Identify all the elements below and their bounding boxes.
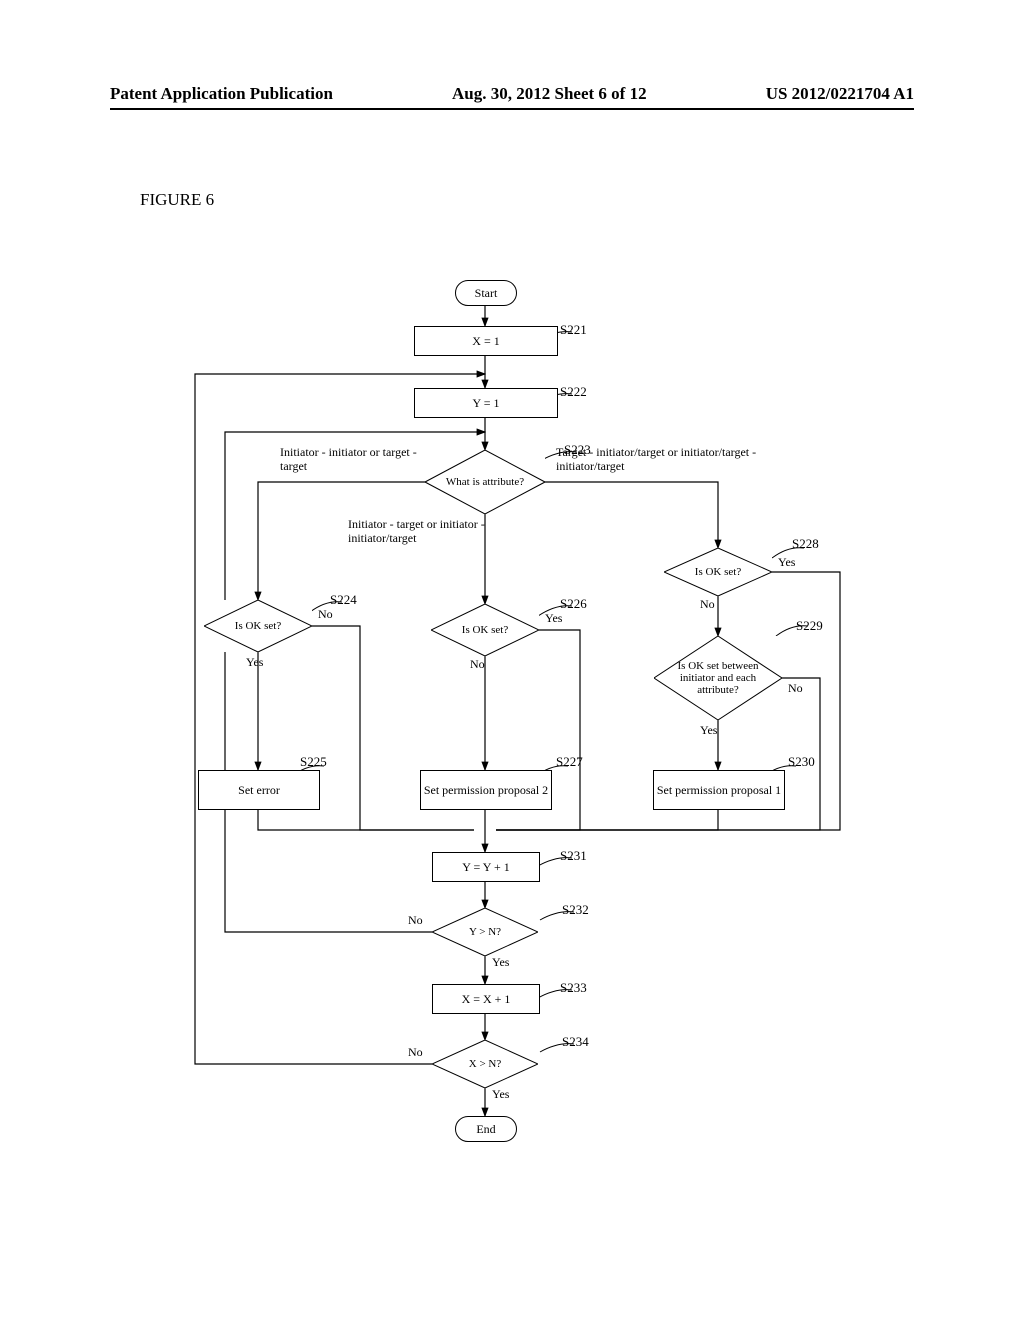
process-s230-label: Set permission proposal 1 — [657, 783, 781, 798]
decision-s229-label: Is OK set between initiator and each att… — [660, 660, 776, 696]
step-label-s233: S233 — [560, 980, 587, 996]
step-label-s229: S229 — [796, 618, 823, 634]
branch-s232-no: No — [408, 914, 423, 928]
process-s230: Set permission proposal 1 — [653, 770, 785, 810]
decision-s234: X > N? — [432, 1040, 538, 1088]
header-right: US 2012/0221704 A1 — [766, 84, 914, 104]
branch-s234-no: No — [408, 1046, 423, 1060]
step-label-s234: S234 — [562, 1034, 589, 1050]
terminal-start-label: Start — [475, 286, 498, 300]
step-label-s225: S225 — [300, 754, 327, 770]
process-s233-label: X = X + 1 — [462, 992, 511, 1007]
step-label-s231: S231 — [560, 848, 587, 864]
decision-s228-label: Is OK set? — [695, 566, 741, 578]
branch-s226-no: No — [470, 658, 485, 672]
branch-s228-no: No — [700, 598, 715, 612]
step-label-s228: S228 — [792, 536, 819, 552]
process-s231: Y = Y + 1 — [432, 852, 540, 882]
decision-s226-label: Is OK set? — [462, 624, 508, 636]
step-label-s230: S230 — [788, 754, 815, 770]
process-s227-label: Set permission proposal 2 — [424, 783, 548, 798]
step-label-s224: S224 — [330, 592, 357, 608]
header-left: Patent Application Publication — [110, 84, 333, 104]
branch-s228-yes: Yes — [778, 556, 795, 570]
process-s225: Set error — [198, 770, 320, 810]
branch-s229-yes: Yes — [700, 724, 717, 738]
process-s221-label: X = 1 — [472, 334, 499, 349]
branch-s234-yes: Yes — [492, 1088, 509, 1102]
process-s222-label: Y = 1 — [473, 396, 500, 411]
decision-s229: Is OK set between initiator and each att… — [654, 636, 782, 720]
figure-label: FIGURE 6 — [140, 190, 214, 210]
branch-s232-yes: Yes — [492, 956, 509, 970]
branch-s223-right: Target - initiator/target or initiator/t… — [556, 446, 766, 474]
branch-s224-no: No — [318, 608, 333, 622]
decision-s226: Is OK set? — [431, 604, 539, 656]
step-label-s222: S222 — [560, 384, 587, 400]
process-s221: X = 1 — [414, 326, 558, 356]
step-label-s232: S232 — [562, 902, 589, 918]
branch-s223-left: Initiator - initiator or target - target — [280, 446, 430, 474]
decision-s232-label: Y > N? — [469, 926, 501, 938]
terminal-end-label: End — [476, 1122, 495, 1136]
process-s233: X = X + 1 — [432, 984, 540, 1014]
decision-s223-label: What is attribute? — [446, 476, 524, 488]
decision-s224: Is OK set? — [204, 600, 312, 652]
page-header: Patent Application Publication Aug. 30, … — [110, 84, 914, 110]
branch-s226-yes: Yes — [545, 612, 562, 626]
terminal-start: Start — [455, 280, 517, 306]
step-label-s227: S227 — [556, 754, 583, 770]
branch-s223-down: Initiator - target or initiator - initia… — [348, 518, 518, 546]
process-s227: Set permission proposal 2 — [420, 770, 552, 810]
terminal-end: End — [455, 1116, 517, 1142]
branch-s224-yes: Yes — [246, 656, 263, 670]
process-s222: Y = 1 — [414, 388, 558, 418]
decision-s223: What is attribute? — [425, 450, 545, 514]
decision-s224-label: Is OK set? — [235, 620, 281, 632]
step-label-s226: S226 — [560, 596, 587, 612]
decision-s232: Y > N? — [432, 908, 538, 956]
header-center: Aug. 30, 2012 Sheet 6 of 12 — [452, 84, 647, 104]
process-s231-label: Y = Y + 1 — [462, 860, 510, 875]
step-label-s221: S221 — [560, 322, 587, 338]
decision-s234-label: X > N? — [469, 1058, 501, 1070]
decision-s228: Is OK set? — [664, 548, 772, 596]
process-s225-label: Set error — [238, 783, 280, 798]
branch-s229-no: No — [788, 682, 803, 696]
